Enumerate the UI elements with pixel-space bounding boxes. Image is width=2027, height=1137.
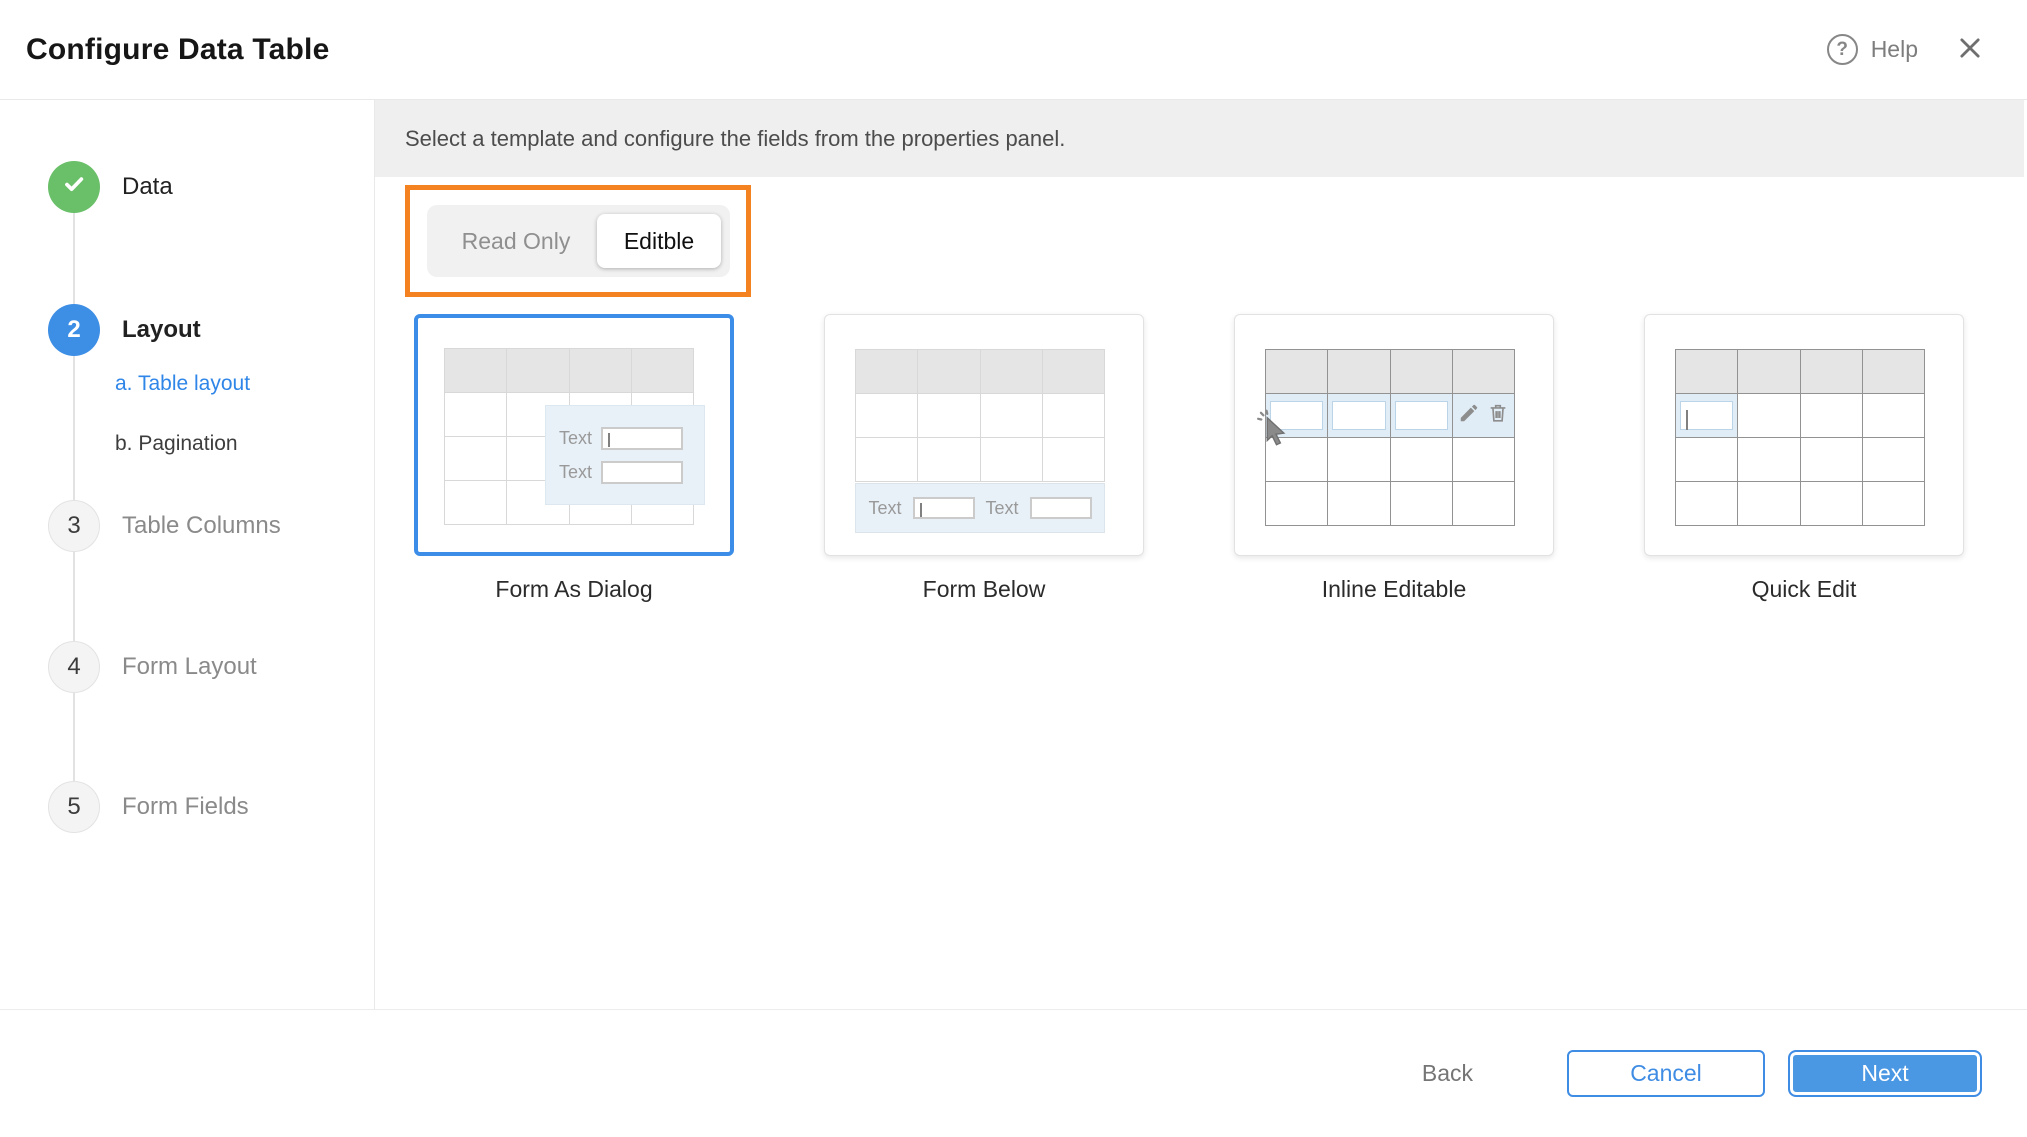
mock-text-input <box>601 460 684 484</box>
template-label: Form As Dialog <box>495 576 653 602</box>
mock-text-input <box>912 497 975 519</box>
step-item-table-columns[interactable]: 3 Table Columns <box>48 500 281 552</box>
close-icon <box>1956 34 1984 65</box>
edit-pencil-icon <box>1458 402 1480 429</box>
mock-text-input <box>1029 497 1092 519</box>
step-number-badge: 4 <box>48 641 100 693</box>
step-number-badge: 5 <box>48 781 100 833</box>
step-complete-badge <box>48 161 100 213</box>
step-label: Form Fields <box>122 793 249 820</box>
template-card-form-as-dialog[interactable]: Text Text <box>414 314 734 556</box>
step-item-layout[interactable]: 2 Layout <box>48 304 201 356</box>
template-label: Quick Edit <box>1751 576 1857 602</box>
mock-text-input <box>601 426 684 450</box>
substep-table-layout[interactable]: a. Table layout <box>115 372 250 396</box>
stepper-connector-line <box>73 187 75 809</box>
template-card-list: Text Text Form As Dialog Text Text Form … <box>414 314 1964 603</box>
step-item-form-fields[interactable]: 5 Form Fields <box>48 781 249 833</box>
mode-toggle[interactable]: Read Only Editble <box>427 205 730 277</box>
step-label: Layout <box>122 316 201 343</box>
step-number-badge: 3 <box>48 500 100 552</box>
mock-field-label: Text <box>559 461 593 482</box>
close-button[interactable] <box>1956 34 1984 65</box>
template-label: Inline Editable <box>1321 576 1467 602</box>
cancel-button[interactable]: Cancel <box>1567 1050 1765 1097</box>
back-button[interactable]: Back <box>1422 1060 1473 1087</box>
delete-trash-icon <box>1487 402 1509 429</box>
dialog-header: Configure Data Table ? Help <box>0 0 2027 100</box>
mock-field-label: Text <box>868 497 902 518</box>
read-only-option[interactable]: Read Only <box>427 205 605 277</box>
main-panel: Select a template and configure the fiel… <box>375 100 2027 1009</box>
step-item-data[interactable]: Data <box>48 161 173 213</box>
mock-cell-input <box>1680 401 1734 430</box>
substep-pagination[interactable]: b. Pagination <box>115 432 238 456</box>
form-below-mockup: Text Text <box>855 483 1105 533</box>
step-label: Data <box>122 173 173 200</box>
template-card-quick-edit[interactable] <box>1644 314 1964 556</box>
editable-option[interactable]: Editble <box>597 214 721 268</box>
mode-toggle-highlight: Read Only Editble <box>405 185 751 297</box>
step-label: Form Layout <box>122 653 257 680</box>
template-card-form-below[interactable]: Text Text <box>824 314 1144 556</box>
page-title: Configure Data Table <box>26 32 330 66</box>
template-card-inline-editable[interactable] <box>1234 314 1554 556</box>
mouse-cursor-icon <box>1255 409 1297 456</box>
check-icon <box>61 171 87 204</box>
text-cursor <box>608 432 611 447</box>
text-cursor <box>919 503 922 517</box>
text-cursor <box>1686 410 1688 430</box>
help-label: Help <box>1870 36 1918 62</box>
template-label: Form Below <box>922 576 1046 602</box>
step-item-form-layout[interactable]: 4 Form Layout <box>48 641 257 693</box>
dialog-footer: Back Cancel Next <box>0 1009 2027 1137</box>
question-circle-icon: ? <box>1826 34 1858 65</box>
mock-field-label: Text <box>985 497 1019 518</box>
step-label: Table Columns <box>122 512 281 539</box>
table-mockup <box>1675 349 1925 526</box>
help-button[interactable]: ? Help <box>1826 34 1918 65</box>
mock-cell-input <box>1394 401 1448 430</box>
next-button[interactable]: Next <box>1788 1050 1982 1097</box>
dialog-form-mockup: Text Text <box>546 406 704 504</box>
mock-cell-input <box>1332 401 1386 430</box>
mock-field-label: Text <box>559 427 593 448</box>
table-mockup <box>1265 349 1515 526</box>
instruction-bar: Select a template and configure the fiel… <box>375 100 2024 177</box>
instruction-text: Select a template and configure the fiel… <box>405 125 1066 151</box>
table-mockup <box>855 349 1105 482</box>
wizard-stepper-sidebar: Data 2 Layout a. Table layout b. Paginat… <box>0 100 375 1009</box>
step-number-badge: 2 <box>48 304 100 356</box>
